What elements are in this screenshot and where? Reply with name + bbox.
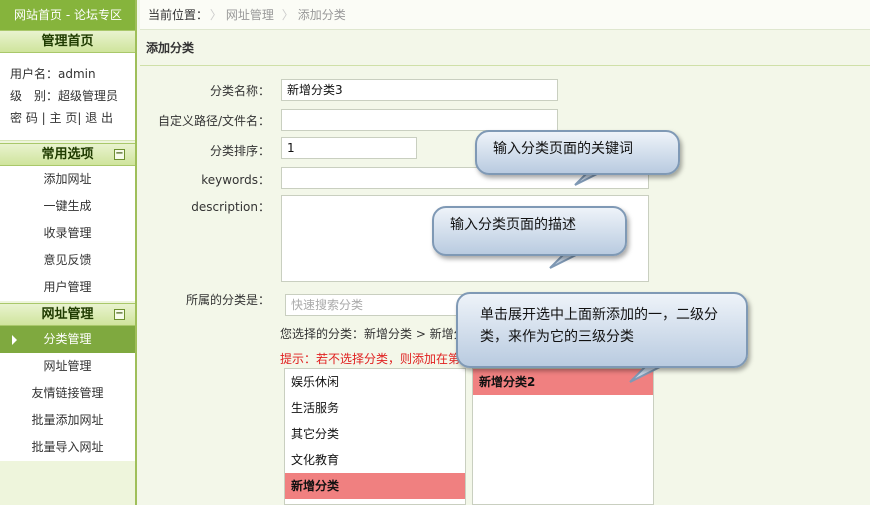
list-item[interactable]: 文化教育 [285, 447, 465, 473]
group-items-common: 添加网址 一键生成 收录管理 意见反馈 用户管理 [0, 166, 135, 301]
sidebar: 网站首页 - 论坛专区 管理首页 用户名：admin 级 别：超级管理员 密 码… [0, 0, 137, 505]
category-callout: 单击展开选中上面新添加的一，二级分类，来作为它的三级分类 [456, 292, 748, 368]
category-level1-list[interactable]: 娱乐休闲 生活服务 其它分类 文化教育 新增分类 [284, 368, 466, 505]
breadcrumb: 当前位置： 网址管理 添加分类 [140, 0, 870, 30]
sidebar-item-friend-links[interactable]: 友情链接管理 [0, 380, 135, 407]
group-header-common[interactable]: 常用选项 − [0, 143, 135, 166]
order-label: 分类排序： [209, 144, 270, 158]
admin-home-header[interactable]: 管理首页 [0, 30, 135, 53]
breadcrumb-item-add-category[interactable]: 添加分类 [282, 0, 352, 30]
username-line: 用户名：admin [10, 67, 96, 81]
description-label: description： [191, 200, 270, 214]
custom-path-input[interactable] [281, 109, 558, 131]
sidebar-item-index-manage[interactable]: 收录管理 [0, 220, 135, 247]
sidebar-item-category-manage[interactable]: 分类管理 [0, 326, 135, 353]
selected-category-text: 您选择的分类：新增分类 > 新增分类2 [280, 327, 486, 341]
keywords-label: keywords： [201, 173, 270, 187]
collapse-icon[interactable]: − [114, 149, 125, 160]
level-line: 级 别：超级管理员 [10, 89, 119, 103]
list-item[interactable]: 其它分类 [285, 421, 465, 447]
category-name-input[interactable]: 新增分类3 [281, 79, 558, 101]
category-search-input[interactable]: 快速搜索分类 [285, 294, 465, 316]
group-items-url-manage: 分类管理 网址管理 友情链接管理 批量添加网址 批量导入网址 [0, 326, 135, 461]
section-title: 添加分类 [140, 30, 870, 66]
sidebar-item-user-manage[interactable]: 用户管理 [0, 274, 135, 301]
keywords-callout: 输入分类页面的关键词 [475, 130, 680, 175]
home-link[interactable]: 主 页 [50, 111, 78, 125]
name-label: 分类名称： [209, 84, 270, 98]
breadcrumb-item-url-manage[interactable]: 网址管理 [210, 0, 280, 30]
password-link[interactable]: 密 码 [10, 111, 38, 125]
breadcrumb-label: 当前位置： [148, 8, 209, 22]
group-title: 常用选项 [41, 147, 94, 162]
collapse-icon[interactable]: − [114, 309, 125, 320]
user-links: 密 码 | 主 页| 退 出 [10, 111, 114, 125]
sort-order-input[interactable]: 1 [281, 137, 417, 159]
sidebar-item-add-url[interactable]: 添加网址 [0, 166, 135, 193]
sidebar-item-batch-import[interactable]: 批量导入网址 [0, 434, 135, 461]
group-header-url-manage[interactable]: 网址管理 − [0, 303, 135, 326]
sidebar-item-batch-add[interactable]: 批量添加网址 [0, 407, 135, 434]
list-item[interactable]: 生活服务 [285, 395, 465, 421]
logout-link[interactable]: 退 出 [85, 111, 113, 125]
description-callout: 输入分类页面的描述 [432, 206, 627, 256]
list-item[interactable]: 娱乐休闲 [285, 369, 465, 395]
group-title: 网址管理 [41, 307, 94, 322]
list-item-selected[interactable]: 新增分类 [285, 473, 465, 499]
parent-category-label: 所属的分类是： [185, 293, 270, 307]
category-level2-list[interactable]: 新增分类2 [472, 368, 654, 505]
sidebar-item-url-manage[interactable]: 网址管理 [0, 353, 135, 380]
sidebar-item-feedback[interactable]: 意见反馈 [0, 247, 135, 274]
path-label: 自定义路径/文件名： [157, 114, 270, 128]
user-info-box: 用户名：admin 级 别：超级管理员 密 码 | 主 页| 退 出 [0, 53, 135, 141]
sidebar-item-one-click-generate[interactable]: 一键生成 [0, 193, 135, 220]
top-links[interactable]: 网站首页 - 论坛专区 [0, 0, 135, 30]
